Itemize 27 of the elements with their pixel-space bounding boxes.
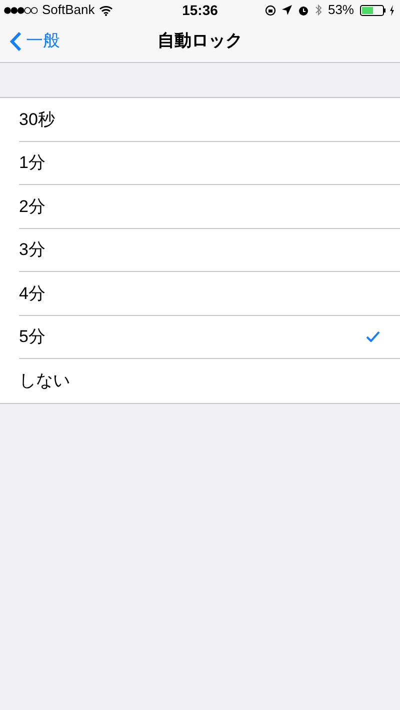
alarm-icon <box>298 4 309 16</box>
back-button[interactable]: 一般 <box>0 28 60 54</box>
bluetooth-icon <box>314 4 322 16</box>
option-label: 5分 <box>19 326 46 348</box>
option-label: 2分 <box>19 196 46 218</box>
option-row[interactable]: 30秒 <box>0 98 400 142</box>
carrier: SoftBank <box>42 1 95 20</box>
option-label: 1分 <box>19 152 46 174</box>
option-label: しない <box>19 370 71 392</box>
signal-icon <box>4 6 38 14</box>
option-row[interactable]: 2分 <box>0 185 400 228</box>
option-label: 4分 <box>19 282 46 304</box>
option-row[interactable]: 1分 <box>0 142 400 185</box>
battery-charging-icon <box>360 4 396 16</box>
location-icon <box>282 5 292 15</box>
option-label: 30秒 <box>19 108 56 130</box>
nav-title: 自動ロック <box>158 30 242 52</box>
battery-percent: 53% <box>328 1 354 20</box>
rotation-lock-icon <box>264 4 276 16</box>
option-row[interactable]: しない <box>0 359 400 402</box>
option-row[interactable]: 4分 <box>0 272 400 316</box>
option-row[interactable]: 5分 <box>0 316 400 359</box>
status-time: 15:36 <box>182 0 218 20</box>
option-label: 3分 <box>19 239 46 261</box>
back-chevron-icon <box>10 30 22 52</box>
wifi-icon <box>98 4 113 16</box>
option-row[interactable]: 3分 <box>0 228 400 272</box>
